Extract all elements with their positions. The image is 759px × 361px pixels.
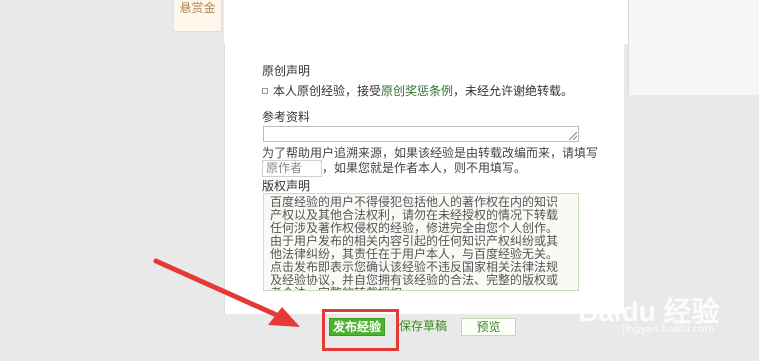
reward-tab[interactable]: 悬赏金 (173, 0, 222, 32)
award-rules-link[interactable]: 原创奖惩条例 (381, 84, 453, 98)
reference-heading: 参考资料 (262, 110, 311, 124)
source-hint: 为了帮助用户追溯来源，如果该经验是由转载改编而来，请填写原作者 ，如果您就是作者本… (262, 146, 612, 177)
original-heading: 原创声明 (262, 64, 311, 78)
copyright-text: 百度经验的用户不得侵犯包括他人的著作权在内的知识产权以及其他合法权利，请勿在未经… (263, 193, 579, 291)
copyright-heading: 版权声明 (262, 179, 311, 193)
baidu-jingyan-watermark: Baidu 经验 jingyan.baidu.com (578, 290, 756, 338)
original-checkbox[interactable] (262, 88, 268, 94)
source-hint-text-2: ，如果您就是作者本人，则不用填写。 (322, 161, 527, 175)
reference-textarea[interactable] (263, 126, 579, 142)
pointer-arrow-icon (153, 258, 300, 327)
no-repost-text: 未经允许谢绝转载。 (465, 84, 574, 98)
original-text: 本人原创经验，接受 (273, 84, 382, 98)
right-panel (628, 0, 759, 95)
reward-tab-label: 悬赏金 (179, 1, 216, 15)
original-author-input[interactable]: 原作者 (262, 160, 322, 177)
watermark-url: jingyan.baidu.com (622, 324, 715, 335)
preview-button[interactable]: 预览 (461, 318, 516, 336)
source-hint-text: 为了帮助用户追溯来源，如果该经验是由转载改编而来，请填写 (262, 146, 599, 160)
original-declaration: 本人原创经验，接受原创奖惩条例，未经允许谢绝转载。 (262, 82, 573, 99)
highlight-box (322, 309, 399, 351)
resize-grip-icon[interactable] (569, 132, 577, 140)
save-draft-button[interactable]: 保存草稿 (397, 318, 449, 336)
card-top (224, 0, 628, 44)
original-sep: ， (453, 84, 466, 98)
